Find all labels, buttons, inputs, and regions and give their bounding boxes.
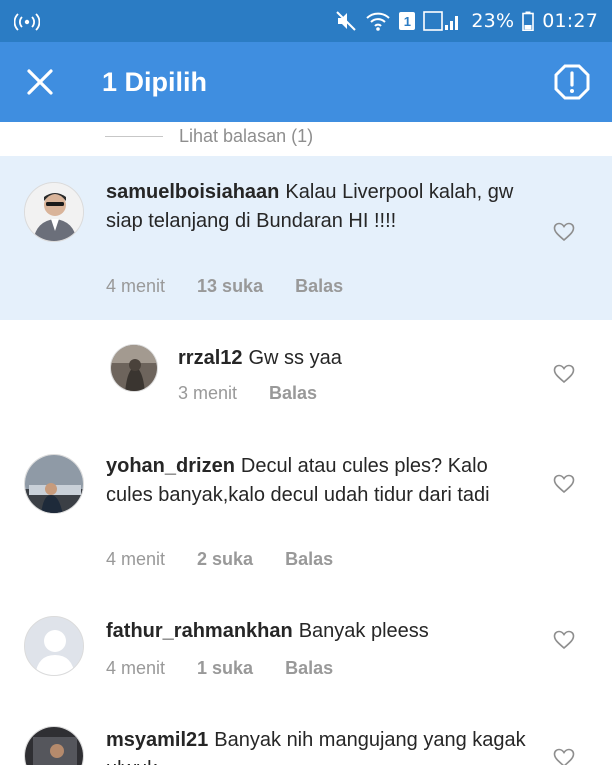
- avatar[interactable]: [24, 616, 84, 676]
- comment-likes[interactable]: 2 suka: [197, 549, 253, 570]
- hotspot-icon: [14, 11, 40, 31]
- comment-text: Gw ss yaa: [248, 347, 342, 369]
- avatar[interactable]: [24, 182, 84, 242]
- profile-photo-icon: [25, 727, 83, 765]
- signal-icon: [423, 10, 463, 32]
- comment-username[interactable]: msyamil21: [106, 729, 208, 751]
- reply-button[interactable]: Balas: [285, 658, 333, 679]
- reply-item[interactable]: rrzal12 Gw ss yaa 3 menit Balas: [0, 320, 612, 440]
- default-profile-icon: [25, 617, 83, 675]
- comments-list: Lihat balasan (1) samuelboisiahaan Kalau …: [0, 122, 612, 765]
- close-icon: [27, 69, 53, 95]
- comment-time: 3 menit: [178, 383, 238, 403]
- comment-meta: 4 menit 2 suka Balas: [106, 549, 333, 570]
- comment-meta: 4 menit 1 suka Balas: [106, 658, 333, 679]
- battery-percentage: 23%: [471, 10, 515, 32]
- comment-username[interactable]: samuelboisiahaan: [106, 181, 279, 203]
- comment-item-selected[interactable]: samuelboisiahaan Kalau Liverpool kalah, g…: [0, 156, 612, 320]
- selection-count-title: 1 Dipilih: [102, 66, 208, 97]
- report-alert-icon: [554, 64, 590, 100]
- comment-body: yohan_drizen Decul atau cules ples? Kalo …: [106, 452, 536, 510]
- report-button[interactable]: [532, 42, 612, 122]
- view-replies-label: Lihat balasan (1): [179, 125, 314, 146]
- comment-username[interactable]: rrzal12: [178, 347, 243, 369]
- comment-text: Banyak pleess: [298, 620, 429, 642]
- profile-photo-icon: [25, 455, 83, 513]
- comment-username[interactable]: yohan_drizen: [106, 455, 235, 477]
- comment-body: samuelboisiahaan Kalau Liverpool kalah, g…: [106, 178, 518, 236]
- sim-badge-icon: 1: [399, 12, 416, 30]
- avatar[interactable]: [24, 726, 84, 765]
- close-button[interactable]: [0, 42, 80, 122]
- view-replies-link[interactable]: Lihat balasan (1): [105, 122, 313, 150]
- comment-item[interactable]: fathur_rahmankhan Banyak pleess 4 menit 1…: [0, 604, 612, 704]
- mute-icon: [335, 10, 357, 32]
- battery-icon: [522, 11, 535, 31]
- comment-meta: 4 menit 13 suka Balas: [106, 276, 343, 297]
- heart-icon[interactable]: [553, 364, 575, 384]
- profile-photo-icon: [25, 183, 83, 241]
- comment-item[interactable]: yohan_drizen Decul atau cules ples? Kalo …: [0, 440, 612, 604]
- heart-icon[interactable]: [553, 748, 575, 765]
- comment-body: fathur_rahmankhan Banyak pleess: [106, 617, 536, 646]
- status-bar: 1 23% 01:27: [0, 0, 612, 42]
- clock: 01:27: [542, 10, 598, 32]
- comment-time: 4 menit: [106, 658, 166, 678]
- comment-body: msyamil21 Banyak nih mangujang yang kagak…: [106, 726, 536, 765]
- divider: [105, 135, 163, 137]
- wifi-icon: [365, 10, 391, 32]
- avatar[interactable]: [110, 344, 158, 392]
- profile-photo-icon: [111, 345, 157, 391]
- comment-item[interactable]: msyamil21 Banyak nih mangujang yang kagak…: [0, 704, 612, 765]
- avatar[interactable]: [24, 454, 84, 514]
- comment-time: 4 menit: [106, 276, 166, 296]
- comment-body: rrzal12 Gw ss yaa: [178, 344, 518, 373]
- reply-button[interactable]: Balas: [285, 549, 333, 570]
- selection-action-bar: 1 Dipilih: [0, 42, 612, 122]
- heart-icon[interactable]: [553, 474, 575, 494]
- heart-icon[interactable]: [553, 630, 575, 650]
- reply-button[interactable]: Balas: [295, 276, 343, 297]
- heart-icon[interactable]: [553, 222, 575, 242]
- comment-likes[interactable]: 1 suka: [197, 658, 253, 679]
- comment-username[interactable]: fathur_rahmankhan: [106, 620, 293, 642]
- comment-meta: 3 menit Balas: [178, 383, 317, 404]
- reply-button[interactable]: Balas: [269, 383, 317, 404]
- comment-time: 4 menit: [106, 549, 166, 569]
- comment-likes[interactable]: 13 suka: [197, 276, 263, 297]
